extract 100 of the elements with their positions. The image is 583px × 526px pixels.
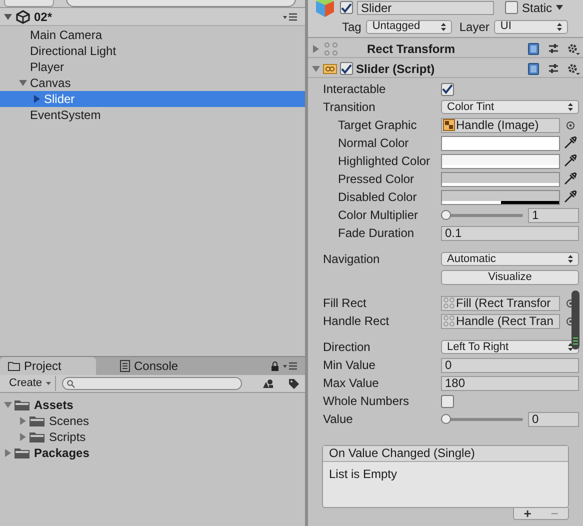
scrollbar-thumb <box>571 290 580 350</box>
checkbox[interactable] <box>340 62 353 75</box>
field-label: Disabled Color <box>338 189 418 206</box>
name-field[interactable]: Slider <box>357 0 494 14</box>
folder-item[interactable]: Scenes <box>0 413 305 429</box>
up-down-arrows-icon <box>557 22 562 30</box>
dropdown-arrow-icon <box>46 382 52 385</box>
folder-icon <box>29 415 45 427</box>
folder-icon <box>8 361 20 371</box>
field-label: Color Multiplier <box>338 207 420 224</box>
component-header[interactable]: Slider (Script) <box>308 60 583 78</box>
slider-thumb[interactable] <box>441 210 451 220</box>
checkmark-icon <box>442 84 453 94</box>
search-field[interactable] <box>62 377 242 390</box>
color-field[interactable] <box>441 190 560 204</box>
lock-icon <box>271 361 279 371</box>
eyedropper-icon <box>563 136 577 150</box>
folder-item[interactable]: Assets <box>0 397 305 413</box>
tag-icon <box>288 378 300 390</box>
number-field[interactable]: 180 <box>441 376 579 390</box>
eyedropper-icon <box>563 154 577 168</box>
color-field[interactable] <box>441 172 560 186</box>
add-button[interactable]: + <box>524 508 532 518</box>
number-field[interactable]: 0.1 <box>441 226 579 240</box>
rect-transform-icon <box>323 42 339 56</box>
expanded-arrow-icon <box>4 12 12 20</box>
preset-sliders-icon <box>548 43 559 54</box>
field-label: Max Value <box>323 375 380 392</box>
hierarchy-item[interactable]: Slider <box>0 91 305 107</box>
object-field[interactable]: Fill (Rect Transfor <box>441 296 560 310</box>
field-label: Highlighted Color <box>338 153 432 170</box>
dropdown[interactable]: Automatic <box>441 252 579 266</box>
field-label: Interactable <box>323 81 387 98</box>
field-label: Normal Color <box>338 135 410 152</box>
gear-icon <box>567 42 580 54</box>
layer-label: Layer <box>459 18 490 36</box>
slider[interactable] <box>441 413 523 425</box>
hierarchy-item[interactable]: EventSystem <box>0 107 305 123</box>
script-component-icon <box>323 64 337 74</box>
color-field[interactable] <box>441 154 560 168</box>
folder-item[interactable]: Packages <box>0 445 305 461</box>
component-header[interactable]: Rect Transform <box>308 40 583 58</box>
number-field[interactable]: 0 <box>441 358 579 372</box>
menu-icon <box>283 12 297 20</box>
folder-item[interactable]: Scripts <box>0 429 305 445</box>
help-book-icon <box>528 62 539 74</box>
checkbox[interactable] <box>340 1 353 14</box>
empty-list-text: List is Empty <box>328 466 398 483</box>
filter-by-type-icon <box>262 378 274 388</box>
event-title: On Value Changed (Single) <box>323 446 568 462</box>
cube-icon <box>314 0 336 18</box>
folder-icon <box>14 399 30 411</box>
folder-icon <box>14 447 30 459</box>
dropdown-arrow-icon <box>556 5 564 10</box>
menu-icon <box>283 362 297 370</box>
field-label: Target Graphic <box>338 117 418 134</box>
field-label: Handle Rect <box>323 313 390 330</box>
eyedropper-icon <box>563 172 577 186</box>
document-icon <box>120 360 130 372</box>
hierarchy-item[interactable]: Canvas <box>0 75 305 91</box>
field-label: Transition <box>323 99 376 116</box>
panel-tab[interactable]: Console <box>112 357 208 375</box>
slider[interactable] <box>441 209 523 221</box>
visualize-button[interactable]: Visualize <box>441 270 579 284</box>
up-down-arrows-icon <box>568 255 573 263</box>
static-label: Static <box>522 0 552 16</box>
preset-sliders-icon <box>548 63 559 74</box>
gear-icon <box>567 62 580 74</box>
field-label: Navigation <box>323 251 381 268</box>
field-label: Direction <box>323 339 372 356</box>
checkbox[interactable] <box>505 1 518 14</box>
checkbox[interactable] <box>441 82 454 96</box>
unity-logo-icon <box>16 10 30 24</box>
object-field[interactable]: Handle (Image) <box>441 118 560 132</box>
object-field[interactable]: Handle (Rect Tran <box>441 314 560 328</box>
help-book-icon <box>528 42 539 54</box>
dropdown[interactable]: Left To Right <box>441 340 579 354</box>
number-field[interactable]: 0 <box>528 412 579 426</box>
rect-transform-icon <box>443 297 455 309</box>
image-icon <box>443 119 455 131</box>
field-label: Min Value <box>323 357 376 374</box>
tag-dropdown[interactable]: Untagged <box>366 20 452 34</box>
field-label: Fade Duration <box>338 225 416 242</box>
field-label: Pressed Color <box>338 171 416 188</box>
hierarchy-item[interactable]: Directional Light <box>0 43 305 59</box>
panel-tab[interactable]: Project <box>0 357 96 375</box>
up-down-arrows-icon <box>568 103 573 111</box>
checkmark-icon <box>341 2 352 12</box>
field-label: Whole Numbers <box>323 393 410 410</box>
object-picker-icon <box>566 120 575 130</box>
create-button[interactable]: Create <box>5 376 56 391</box>
hierarchy-item[interactable]: Main Camera <box>0 27 305 43</box>
color-field[interactable] <box>441 136 560 150</box>
number-field[interactable]: 1 <box>528 208 579 222</box>
layer-dropdown[interactable]: UI <box>494 20 568 34</box>
checkbox[interactable] <box>441 394 454 408</box>
hierarchy-item[interactable]: Player <box>0 59 305 75</box>
field-label: Value <box>323 411 354 428</box>
dropdown[interactable]: Color Tint <box>441 100 579 114</box>
slider-thumb[interactable] <box>441 414 451 424</box>
